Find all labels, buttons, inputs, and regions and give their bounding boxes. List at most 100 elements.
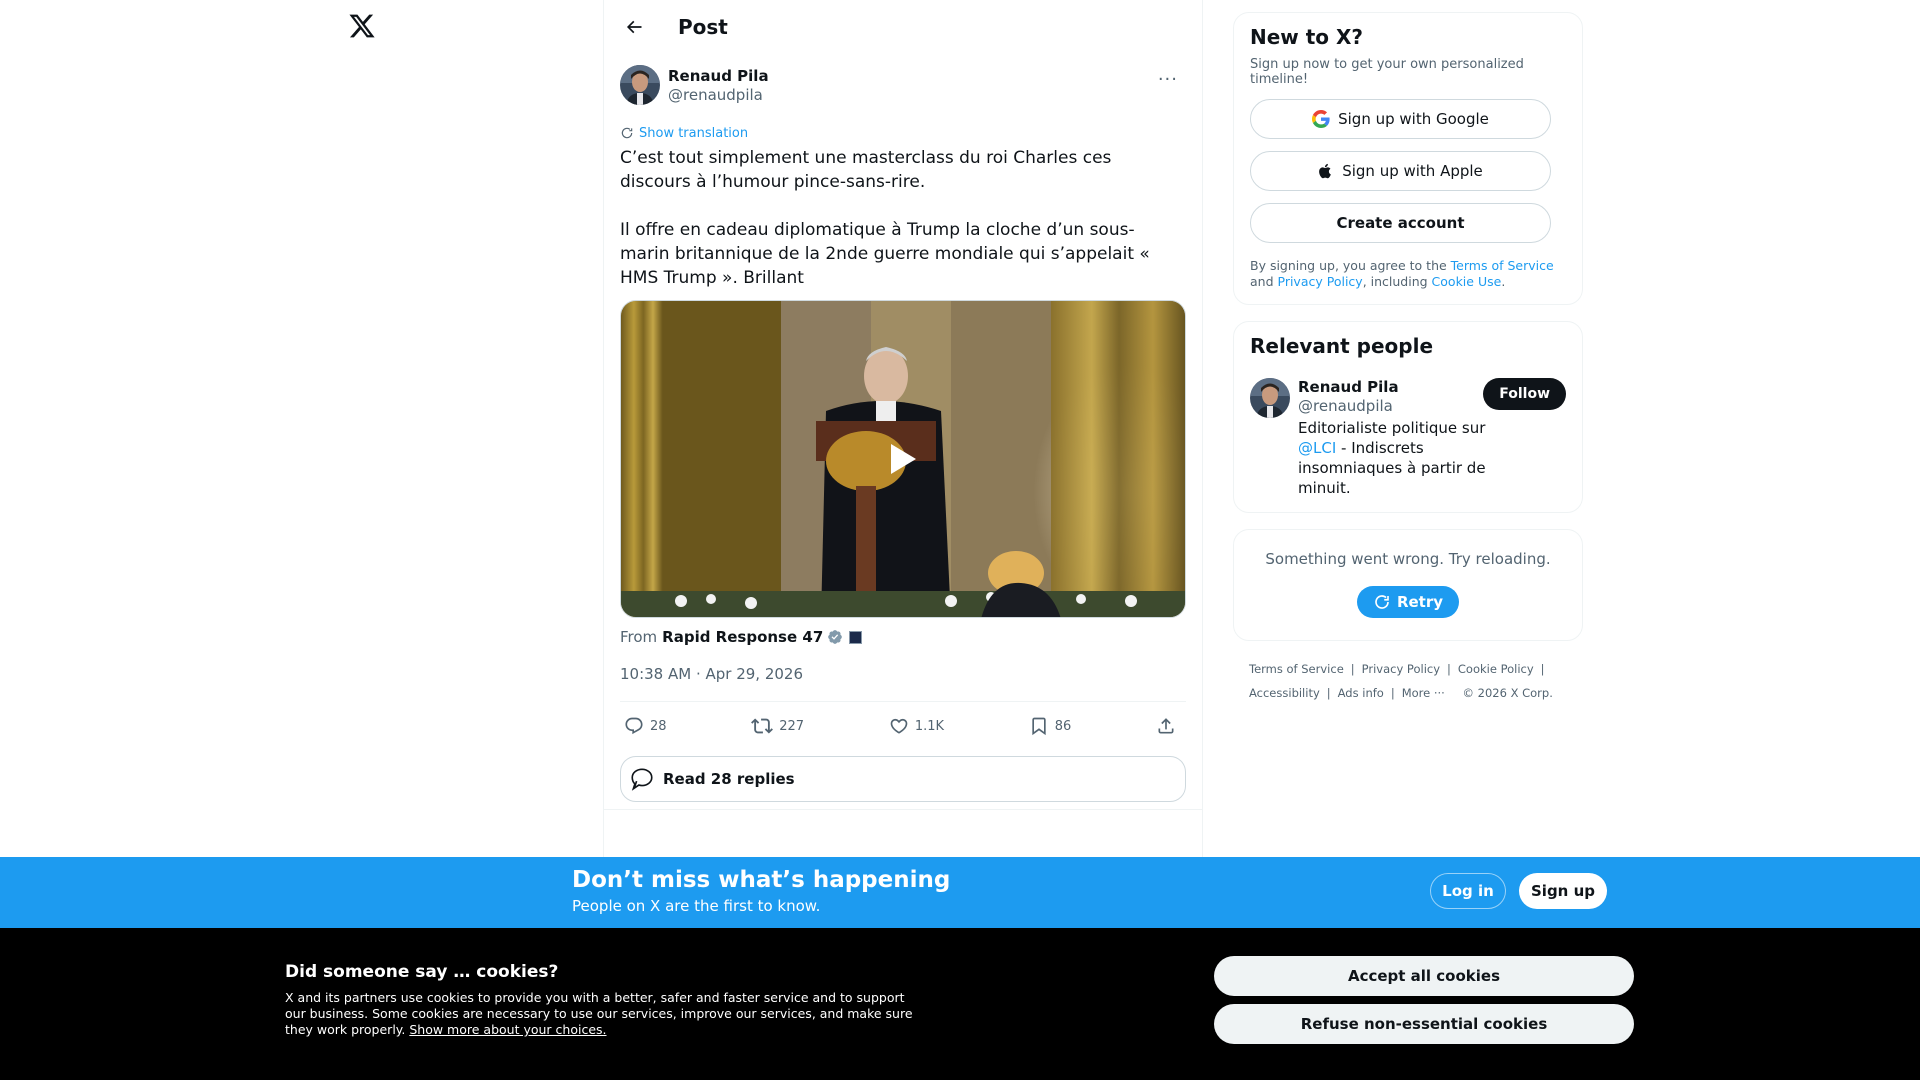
cookie-use-link[interactable]: Cookie Use [1432,274,1502,289]
footer-terms-link[interactable]: Terms of Service [1249,662,1344,676]
source-prefix: From [620,628,658,646]
signup-banner: Don’t miss what’s happening People on X … [0,857,1920,928]
signup-banner-title: Don’t miss what’s happening [572,867,951,893]
show-translation-link[interactable]: Show translation [620,125,1186,141]
signup-legal-text: By signing up, you agree to the Terms of… [1250,258,1566,290]
read-replies-button[interactable]: Read 28 replies [620,756,1186,802]
page-title: Post [678,14,728,39]
like-count: 1.1K [914,718,945,734]
bookmark-button[interactable]: 86 [1029,716,1072,736]
new-to-x-card: New to X? Sign up now to get your own pe… [1233,12,1583,305]
affiliation-badge-icon [849,630,863,644]
author-name[interactable]: Renaud Pila [668,67,769,85]
footer-links: Terms of Service | Privacy Policy | Cookie P… [1233,657,1583,705]
copyright: © 2026 X Corp. [1462,686,1553,700]
separator: | [1447,662,1451,676]
reply-button[interactable]: 28 [624,716,667,736]
create-account-label: Create account [1336,214,1465,232]
avatar[interactable] [1250,378,1290,418]
privacy-link[interactable]: Privacy Policy [1278,274,1363,289]
author-row: Renaud Pila @renaudpila ··· [620,63,1186,113]
apple-signup-label: Sign up with Apple [1342,162,1483,180]
google-icon [1312,110,1330,128]
repost-button[interactable]: 227 [751,715,804,737]
bookmark-count: 86 [1054,718,1072,734]
apple-icon [1319,163,1332,179]
author-handle[interactable]: @renaudpila [668,85,769,105]
separator: | [1390,686,1395,700]
accept-cookies-button[interactable]: Accept all cookies [1214,956,1634,996]
terms-link[interactable]: Terms of Service [1451,258,1554,273]
translate-icon [621,127,633,139]
back-arrow-icon[interactable] [620,13,648,41]
separator: | [1350,662,1355,676]
read-replies-label: Read 28 replies [663,770,795,788]
post: Renaud Pila @renaudpila ··· Show transla… [604,53,1202,802]
signup-banner-subtitle: People on X are the first to know. [572,897,821,915]
error-message: Something went wrong. Try reloading. [1265,550,1551,568]
play-icon[interactable] [872,428,934,490]
avatar[interactable] [620,65,660,105]
legal-text: , including [1362,274,1432,289]
video-player[interactable] [620,300,1186,618]
legal-text: By signing up, you agree to the [1250,258,1451,273]
apple-signup-button[interactable]: Sign up with Apple [1250,151,1551,191]
reply-icon [625,717,643,735]
refuse-cookies-button[interactable]: Refuse non-essential cookies [1214,1004,1634,1044]
show-translation-label: Show translation [639,125,749,141]
source-name[interactable]: Rapid Response 47 [662,628,823,646]
reply-count: 28 [650,718,667,734]
repost-count: 227 [779,718,805,734]
google-signup-button[interactable]: Sign up with Google [1250,99,1551,139]
follow-button[interactable]: Follow [1483,378,1566,410]
retry-label: Retry [1396,593,1444,611]
google-signup-label: Sign up with Google [1338,110,1489,128]
bio-text: Editorialiste politique sur [1298,419,1486,437]
page-header: Post [604,0,1202,53]
refresh-icon [1375,595,1389,609]
cookie-choices-link[interactable]: Show more about your choices. [409,1022,606,1037]
footer-ads-link[interactable]: Ads info [1338,686,1384,700]
signup-button[interactable]: Sign up [1519,873,1607,909]
cookie-title: Did someone say … cookies? [285,962,559,982]
footer-more-link[interactable]: More ··· [1402,686,1445,700]
left-nav [340,0,603,860]
new-to-x-subtitle: Sign up now to get your own personalized… [1250,57,1524,87]
repost-icon [751,718,774,734]
person-item[interactable]: Renaud Pila @renaudpila Editorialiste po… [1250,376,1566,498]
retry-button[interactable]: Retry [1356,586,1460,618]
share-icon [1158,718,1174,734]
cookie-text: X and its partners use cookies to provid… [285,990,925,1038]
media-source: From Rapid Response 47 [620,628,1186,646]
legal-text: . [1501,274,1506,289]
relevant-people-card: Relevant people Renaud Pila @renaudpila … [1233,321,1583,513]
lci-mention-link[interactable]: @LCI [1298,439,1336,457]
person-bio: Editorialiste politique sur @LCI - Indis… [1298,418,1528,498]
share-button[interactable] [1156,716,1182,736]
login-button[interactable]: Log in [1430,873,1506,909]
post-text: C’est tout simplement une masterclass du… [620,148,1150,288]
footer-accessibility-link[interactable]: Accessibility [1249,686,1320,700]
bookmark-icon [1032,717,1046,736]
more-options-icon[interactable]: ··· [1158,69,1178,90]
right-sidebar: New to X? Sign up now to get your own pe… [1233,12,1583,705]
relevant-people-title: Relevant people [1250,334,1434,358]
separator [1452,686,1456,700]
footer-privacy-link[interactable]: Privacy Policy [1362,662,1440,676]
create-account-button[interactable]: Create account [1250,203,1551,243]
separator: | [1540,662,1545,676]
post-timestamp[interactable]: 10:38 AM · Apr 29, 2026 [620,665,1186,685]
chat-bubble-icon [631,768,653,791]
action-bar: 28 227 1.1K 86 [620,702,1186,750]
divider [604,809,1202,810]
verified-badge-icon [828,630,843,644]
footer-cookie-link[interactable]: Cookie Policy [1458,662,1534,676]
x-logo-icon[interactable] [348,12,378,42]
error-card: Something went wrong. Try reloading. Ret… [1233,529,1583,641]
cookie-banner: Did someone say … cookies? X and its par… [0,928,1920,1080]
like-button[interactable]: 1.1K [889,716,944,736]
legal-text: and [1250,274,1278,289]
main-column: Post Renaud Pila @renaudpila ··· Show tr… [603,0,1203,860]
separator: | [1326,686,1331,700]
heart-icon [890,718,908,734]
